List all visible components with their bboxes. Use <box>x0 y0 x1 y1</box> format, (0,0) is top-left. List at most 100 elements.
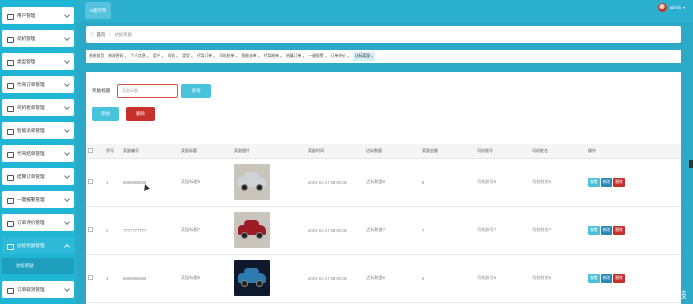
close-icon[interactable]: × <box>371 55 373 59</box>
chevron-icon <box>64 58 70 64</box>
wheel <box>241 184 248 191</box>
tab-item[interactable]: 修改密码 × <box>108 54 126 59</box>
cell-number: 7777777777 <box>121 206 179 255</box>
sidebar-item[interactable]: 一键报警管理 <box>2 191 74 208</box>
breadcrumb-separator: / <box>109 32 111 37</box>
chevron-icon <box>64 104 70 110</box>
cell-amount: 6 <box>420 254 475 303</box>
close-icon[interactable]: × <box>147 55 149 59</box>
close-icon[interactable]: × <box>347 55 349 59</box>
cell-driver_name: 司机姓名8 <box>530 158 586 207</box>
delete-row-button[interactable]: 删除 <box>613 273 625 283</box>
cell-time: 2024-01-17 08:50:05 <box>306 206 364 255</box>
sidebar-item[interactable]: 结算订单管理 <box>2 168 74 185</box>
table-row: 2 7777777777 奖励标题7 2024-01-17 08:50:05 达标数量7… <box>86 206 681 255</box>
chevron-icon <box>64 127 70 133</box>
tab-label: 结算订单 <box>286 54 302 58</box>
edit-button[interactable]: 修改 <box>600 177 613 187</box>
tab-item[interactable]: 一键报警 × <box>308 54 326 59</box>
sidebar-item[interactable]: 代驾结单管理 <box>2 145 74 162</box>
breadcrumb-home[interactable]: 首页 <box>96 32 105 38</box>
view-button[interactable]: 查看 <box>588 225 600 235</box>
row-checkbox[interactable] <box>88 179 93 184</box>
side-handle[interactable] <box>689 160 693 168</box>
row-checkbox[interactable] <box>88 227 93 232</box>
close-icon[interactable]: × <box>258 55 260 59</box>
sidebar-item-label: 用户管理 <box>17 12 36 18</box>
chevron-icon <box>64 35 70 41</box>
tab-item[interactable]: 个人信息 × <box>130 54 148 59</box>
cell-number: 8888888888 <box>121 158 179 207</box>
system-title-button[interactable]: e城代驾 <box>85 2 112 19</box>
delete-row-button[interactable]: 删除 <box>613 177 625 187</box>
delete-button[interactable]: 删除 <box>126 107 155 121</box>
cell-actions: 查看 修改 删除 <box>586 206 681 255</box>
cell-driver_name: 司机姓名7 <box>530 206 586 255</box>
column-header: 达标数量 <box>364 144 420 159</box>
close-icon[interactable]: × <box>124 55 126 59</box>
cell-title: 奖励标题7 <box>179 206 232 255</box>
add-button[interactable]: 添加 <box>92 107 119 121</box>
breadcrumb: ♡ 首页 / 达标奖励 <box>86 26 681 43</box>
table-row: 3 6666666666 奖励标题6 2024-01-17 08:50:05 达标数量6… <box>86 254 681 303</box>
sidebar-item[interactable]: 订单评价管理 <box>2 214 74 231</box>
close-icon[interactable]: × <box>325 55 327 59</box>
close-icon[interactable]: × <box>161 55 163 59</box>
tab-item[interactable]: 司机抢单 × <box>219 54 237 59</box>
tab-item[interactable]: 达标奖励 × <box>352 52 376 61</box>
query-button[interactable]: 查询 <box>181 84 211 98</box>
search-input[interactable]: 奖励标题 <box>117 84 178 98</box>
tab-item[interactable]: 用户 × <box>153 54 164 59</box>
sidebar-item-label: 司机管理 <box>17 35 36 41</box>
close-icon[interactable]: × <box>302 55 304 59</box>
tab-item[interactable]: 司机 × <box>167 54 178 59</box>
select-all-checkbox[interactable] <box>88 147 93 153</box>
cell-count: 达标数量7 <box>364 206 420 255</box>
menu-icon <box>7 82 14 89</box>
close-icon[interactable]: × <box>280 55 282 59</box>
sidebar-item-label: 司机抢单管理 <box>17 104 45 110</box>
edit-button[interactable]: 修改 <box>600 273 613 283</box>
tab-item[interactable]: 订单评价 × <box>331 54 349 59</box>
cell-count: 达标数量6 <box>364 254 420 303</box>
sidebar-item-label: 订单评价管理 <box>17 219 45 225</box>
close-icon[interactable]: × <box>235 55 237 59</box>
sidebar-item[interactable]: 订单取消管理 <box>2 281 74 298</box>
menu-icon <box>7 174 14 181</box>
edit-button[interactable]: 修改 <box>600 225 613 235</box>
wheel <box>241 232 248 239</box>
close-icon[interactable]: × <box>176 55 178 59</box>
column-header: 奖励图片 <box>232 144 306 159</box>
cell-amount: 7 <box>420 206 475 255</box>
reward-image <box>234 212 270 248</box>
row-select-cell <box>86 206 104 255</box>
sidebar-item[interactable]: 智能派单管理 <box>2 122 74 139</box>
tab-item[interactable]: 代驾结单 × <box>264 54 282 59</box>
delete-row-button[interactable]: 删除 <box>613 225 625 235</box>
sidebar-item[interactable]: 司机抢单管理 <box>2 99 74 116</box>
tab-label: 修改密码 <box>108 54 124 58</box>
sidebar-item[interactable]: 用户管理 <box>2 7 74 24</box>
row-checkbox[interactable] <box>88 275 93 280</box>
chevron-icon <box>64 12 70 18</box>
tab-item[interactable]: 系统首页 <box>89 54 104 59</box>
view-button[interactable]: 查看 <box>588 273 600 283</box>
menu-icon <box>7 243 14 250</box>
tab-item[interactable]: 类型 × <box>182 54 193 59</box>
data-table: 序号 奖励编号 奖励标题 奖励图片 奖励时间 达标数量 奖励金额 司机账号 司机姓名 操作 1 88… <box>86 144 681 303</box>
close-icon[interactable]: × <box>213 55 215 59</box>
sidebar-item[interactable]: 达标奖励管理 <box>2 237 74 254</box>
close-icon[interactable]: × <box>191 55 193 59</box>
user-menu[interactable]: admin ▾ <box>657 3 685 12</box>
sidebar-subitem-reward[interactable]: 达标奖励 <box>2 258 74 274</box>
view-button[interactable]: 查看 <box>588 177 600 187</box>
cell-driver_account: 司机账号7 <box>475 206 530 255</box>
tab-item[interactable]: 智能派单 × <box>241 54 259 59</box>
cell-driver_name: 司机姓名6 <box>530 254 586 303</box>
sidebar-item[interactable]: 类型管理 <box>2 53 74 70</box>
tab-item[interactable]: 结算订单 × <box>286 54 304 59</box>
sidebar-item[interactable]: 司机管理 <box>2 30 74 47</box>
tab-item[interactable]: 代驾订单 × <box>197 54 215 59</box>
sidebar-item[interactable]: 代驾订单管理 <box>2 76 74 93</box>
sidebar-item-label: 结算订单管理 <box>17 173 45 179</box>
